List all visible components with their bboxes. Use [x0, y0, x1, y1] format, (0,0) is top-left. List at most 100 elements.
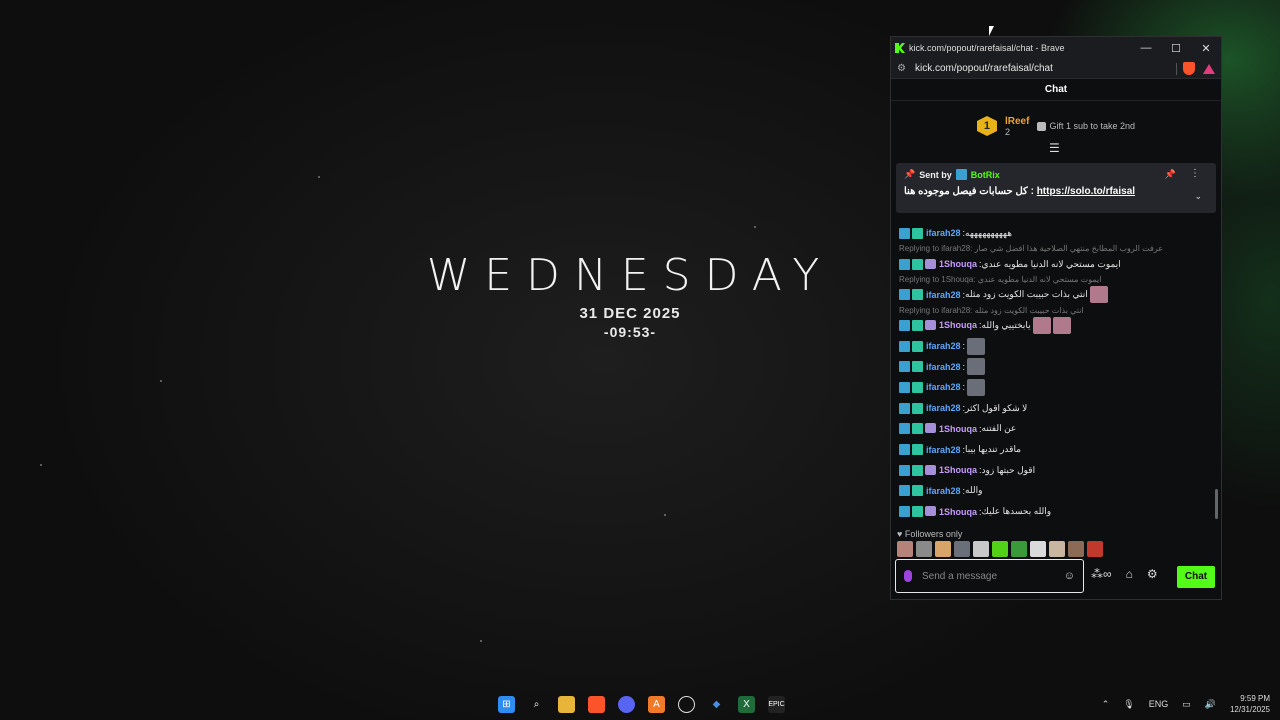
- language-indicator[interactable]: ENG: [1149, 699, 1169, 709]
- weekday-label: WEDNESDAY: [426, 250, 834, 301]
- excel-icon[interactable]: X: [738, 696, 755, 713]
- app-circle-icon[interactable]: [678, 696, 695, 713]
- gifter-badge-icon: [925, 258, 936, 269]
- windows-start-icon[interactable]: ⊞: [498, 696, 515, 713]
- subscriber-badge-icon: [912, 464, 923, 476]
- user-badges: [899, 258, 936, 270]
- user-badges: [899, 319, 936, 331]
- emoji-icon[interactable]: ☺: [1064, 570, 1075, 582]
- reply-text[interactable]: Replying to ifarah28: انتي بذات حبيبت ال…: [899, 306, 1084, 315]
- subscriber-badge-icon: [912, 319, 923, 331]
- pinned-arabic-text: كل حسابات فيصل موجوده هنا :: [904, 186, 1037, 197]
- subscriber-badge-icon: [912, 258, 923, 270]
- user-badges: [899, 361, 923, 373]
- app-a-icon[interactable]: A: [648, 696, 665, 713]
- divider: [1176, 62, 1177, 75]
- message-text: يابختييي والله: [981, 319, 1031, 330]
- message-input[interactable]: Send a message ☺: [895, 559, 1084, 593]
- username[interactable]: ifarah28: [926, 341, 961, 351]
- network-icon[interactable]: ▭: [1182, 699, 1191, 710]
- brave-rewards-icon[interactable]: [1203, 63, 1215, 74]
- username[interactable]: ifarah28: [926, 228, 961, 238]
- background-speck: [160, 380, 162, 382]
- chat-message: ifarah28: لا شكو اقول اكثر: [899, 398, 1205, 419]
- quick-emote[interactable]: [1030, 541, 1046, 557]
- store-icon[interactable]: ⌂: [1126, 567, 1133, 581]
- quick-emote[interactable]: [935, 541, 951, 557]
- moderator-badge-icon: [899, 506, 910, 518]
- volume-icon[interactable]: 🔊: [1205, 699, 1216, 710]
- settings-gear-icon[interactable]: ⚙: [1147, 567, 1158, 581]
- gift-icon: [1037, 121, 1047, 131]
- reply-context: Replying to ifarah28: انتي بذات حبيبت ال…: [899, 305, 1205, 315]
- message-placeholder[interactable]: Send a message: [922, 571, 1064, 582]
- subscriber-badge-icon: [912, 402, 923, 414]
- quick-emote[interactable]: [973, 541, 989, 557]
- more-options-icon[interactable]: ⋮: [1190, 168, 1200, 179]
- username[interactable]: 1Shouqa: [939, 424, 977, 434]
- followers-only-label: ♥ Followers only: [897, 529, 963, 539]
- reply-text[interactable]: Replying to ifarah28: عرفت الروب المطابخ…: [899, 244, 1163, 253]
- username[interactable]: 1Shouqa: [939, 507, 977, 517]
- pinned-link[interactable]: https://solo.to/rfaisal: [1037, 186, 1135, 197]
- chat-message: 1Shouqa: والله بحسدها عليك: [899, 501, 1205, 522]
- url-text[interactable]: kick.com/popout/rarefaisal/chat: [915, 63, 1170, 74]
- chevron-down-icon[interactable]: ⌄: [1194, 191, 1202, 202]
- brave-icon[interactable]: [588, 696, 605, 713]
- username[interactable]: 1Shouqa: [939, 320, 977, 330]
- minimize-button[interactable]: —: [1131, 37, 1161, 59]
- microphone-tray-icon[interactable]: 🎙: [1123, 699, 1134, 710]
- quick-emote[interactable]: [992, 541, 1008, 557]
- emote-image: [967, 358, 986, 376]
- user-badges: [899, 506, 936, 518]
- quick-emote[interactable]: [954, 541, 970, 557]
- scrollbar-thumb[interactable]: [1215, 489, 1218, 519]
- chat-message: ifarah28:: [899, 377, 1205, 398]
- app-diamond-icon[interactable]: ◆: [708, 696, 725, 713]
- pin-small-icon: 📌: [904, 169, 916, 179]
- search-icon[interactable]: ⌕: [528, 696, 545, 713]
- username[interactable]: ifarah28: [926, 382, 961, 392]
- file-explorer-icon[interactable]: [558, 696, 575, 713]
- address-bar[interactable]: ⚙ kick.com/popout/rarefaisal/chat: [891, 59, 1221, 79]
- reply-text[interactable]: Replying to 1Shouqa: ايموت مستحي لانه ال…: [899, 275, 1101, 284]
- username[interactable]: ifarah28: [926, 445, 961, 455]
- user-badges: [899, 289, 923, 301]
- subscriber-badge-icon: [912, 289, 923, 301]
- username[interactable]: ifarah28: [926, 403, 961, 413]
- epic-games-icon[interactable]: EPIC: [768, 696, 785, 713]
- bot-name[interactable]: BotRix: [971, 170, 1000, 180]
- site-settings-icon[interactable]: ⚙: [897, 63, 915, 74]
- send-chat-button[interactable]: Chat: [1177, 566, 1215, 588]
- title-bar[interactable]: kick.com/popout/rarefaisal/chat - Brave …: [891, 37, 1221, 59]
- points-icon[interactable]: ⁂∞: [1091, 567, 1112, 581]
- username[interactable]: 1Shouqa: [939, 465, 977, 475]
- emote-image: [1089, 286, 1108, 304]
- chevron-up-icon[interactable]: ⌃: [1102, 699, 1110, 710]
- quick-emote[interactable]: [916, 541, 932, 557]
- reply-context: Replying to ifarah28: عرفت الروب المطابخ…: [899, 244, 1205, 254]
- emote-image: [967, 337, 986, 355]
- microphone-icon[interactable]: [904, 570, 912, 582]
- quick-emote[interactable]: [1068, 541, 1084, 557]
- gift-prompt[interactable]: Gift 1 sub to take 2nd: [1037, 121, 1135, 131]
- discord-icon[interactable]: [618, 696, 635, 713]
- collapse-icon[interactable]: ☰: [1049, 141, 1060, 155]
- user-badges: [899, 444, 923, 456]
- browser-window: kick.com/popout/rarefaisal/chat - Brave …: [890, 36, 1222, 600]
- maximize-button[interactable]: ☐: [1161, 37, 1191, 59]
- quick-emote[interactable]: [1049, 541, 1065, 557]
- username[interactable]: ifarah28: [926, 290, 961, 300]
- leader-name[interactable]: lReef: [1005, 116, 1029, 127]
- username[interactable]: 1Shouqa: [939, 259, 977, 269]
- username[interactable]: ifarah28: [926, 486, 961, 496]
- quick-emote[interactable]: [1087, 541, 1103, 557]
- username[interactable]: ifarah28: [926, 362, 961, 372]
- tray-clock[interactable]: 9:59 PM 12/31/2025: [1230, 693, 1270, 715]
- chat-messages: ifarah28: ههههههههههه Replying to ifarah2…: [899, 223, 1205, 522]
- unpin-icon[interactable]: 📌: [1165, 169, 1176, 180]
- quick-emote[interactable]: [897, 541, 913, 557]
- quick-emote[interactable]: [1011, 541, 1027, 557]
- close-button[interactable]: ✕: [1191, 37, 1221, 59]
- brave-shield-icon[interactable]: [1183, 62, 1195, 75]
